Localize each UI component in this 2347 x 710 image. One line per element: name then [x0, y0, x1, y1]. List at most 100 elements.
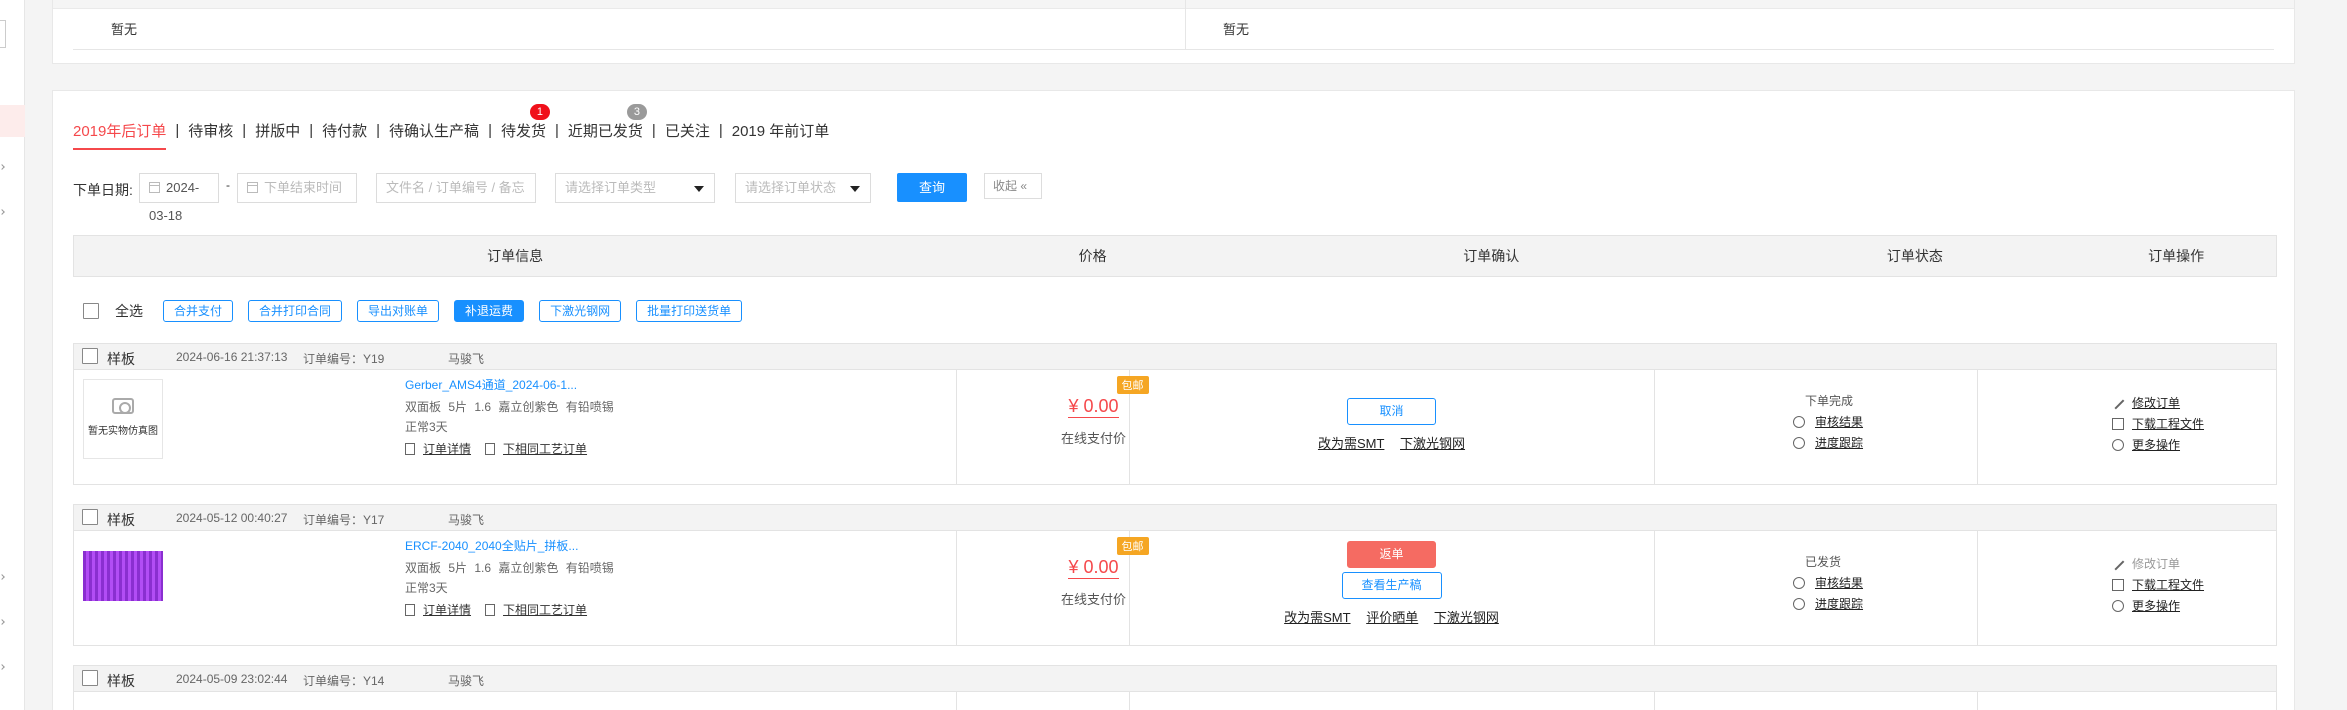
- free-shipping-badge: 包邮: [1116, 376, 1149, 394]
- collapse-button[interactable]: 收起 «: [984, 173, 1042, 199]
- info-left-value: 暂无: [111, 22, 138, 37]
- download-files-link[interactable]: 下载工程文件: [2132, 576, 2204, 593]
- order-links: 订单详情 下相同工艺订单: [405, 601, 601, 618]
- order-checkbox[interactable]: [82, 670, 98, 686]
- chevron-icon: [0, 574, 5, 580]
- more-actions-link[interactable]: 更多操作: [2132, 597, 2180, 614]
- batch-actions: 全选 合并支付 合并打印合同 导出对账单 补退运费 下激光钢网 批量打印送货单: [73, 300, 757, 322]
- status-text: 下单完成: [1805, 394, 1854, 408]
- reorder-same-link[interactable]: 下相同工艺订单: [503, 440, 587, 457]
- order-type-select[interactable]: 请选择订单类型: [555, 173, 715, 203]
- view-production-button[interactable]: 查看生产稿: [1341, 572, 1442, 599]
- edit-order-link[interactable]: 修改订单: [2132, 394, 2180, 411]
- order-checkbox[interactable]: [82, 348, 98, 364]
- end-date-input[interactable]: 下单结束时间: [237, 173, 357, 203]
- table-header: 订单信息 价格 订单确认 订单状态 订单操作: [73, 235, 2277, 277]
- progress-track-link[interactable]: 进度跟踪: [1815, 595, 1863, 612]
- filter-bar: 下单日期: 2024-03-18 - 下单结束时间 文件名 / 订单编号 / 备…: [73, 173, 1073, 223]
- double-chevron-left-icon: «: [1020, 179, 1028, 193]
- caret-down-icon: [850, 186, 860, 192]
- keyword-placeholder: 文件名 / 订单编号 / 备忘: [386, 180, 525, 195]
- merge-print-contract-button[interactable]: 合并打印合同: [248, 300, 343, 322]
- laser-stencil-button[interactable]: 下激光钢网: [539, 300, 622, 322]
- switch-smt-link[interactable]: 改为需SMT: [1318, 436, 1384, 451]
- tab-before-2019[interactable]: 2019 年前订单: [732, 120, 830, 141]
- order-owner: 马骏飞: [448, 513, 485, 527]
- order-checkbox[interactable]: [82, 509, 98, 525]
- product-thumbnail[interactable]: [83, 551, 163, 601]
- order-status-select[interactable]: 请选择订单状态: [735, 173, 871, 203]
- confirm-cell: 返单 查看生产稿 改为需SMT 评价晒单 下激光钢网: [1129, 541, 1654, 626]
- tab-recently-shipped[interactable]: 近期已发货 3: [568, 103, 647, 141]
- merge-pay-button[interactable]: 合并支付: [163, 300, 234, 322]
- count-badge: 1: [529, 103, 550, 120]
- divider: [73, 49, 2274, 50]
- review-share-link[interactable]: 评价晒单: [1366, 610, 1418, 625]
- review-result-link[interactable]: 审核结果: [1815, 413, 1863, 430]
- file-name-link[interactable]: Gerber_AMS4通道_2024-06-1...: [405, 376, 577, 393]
- tab-separator: |: [488, 121, 492, 139]
- laser-stencil-link[interactable]: 下激光钢网: [1434, 610, 1499, 625]
- ops-cell: 修改订单 下载工程文件 更多操作: [2111, 551, 2204, 614]
- document-icon: [405, 603, 415, 616]
- product-thumbnail[interactable]: 暂无实物仿真图: [83, 379, 163, 459]
- info-right-value: 暂无: [1223, 22, 1250, 37]
- caret-down-icon: [694, 186, 704, 192]
- tab-pending-review[interactable]: 待审核: [188, 120, 233, 141]
- order-detail-link[interactable]: 订单详情: [423, 440, 471, 457]
- count-badge: 3: [626, 103, 647, 120]
- order-number: 订单编号：Y14: [303, 674, 385, 688]
- start-date-input[interactable]: 2024-03-18: [139, 173, 219, 223]
- order-specs: 双面板 5片 1.6 嘉立创紫色 有铅喷锡: [405, 400, 614, 414]
- chevron-icon: [0, 664, 5, 670]
- order-card: 样板 2024-05-12 00:40:27 订单编号：Y17 马骏飞 ERCF…: [73, 504, 2277, 646]
- thumb-caption: 暂无实物仿真图: [88, 426, 158, 437]
- calendar-icon: [247, 182, 258, 193]
- reorder-same-link[interactable]: 下相同工艺订单: [503, 601, 587, 618]
- review-result-link[interactable]: 审核结果: [1815, 574, 1863, 591]
- reorder-button[interactable]: 返单: [1347, 541, 1436, 568]
- order-header: 样板 2024-06-16 21:37:13 订单编号：Y19 马骏飞: [74, 344, 2276, 370]
- export-statement-button[interactable]: 导出对账单: [357, 300, 440, 322]
- order-type: 样板: [107, 351, 135, 367]
- tab-pending-payment[interactable]: 待付款: [322, 120, 367, 141]
- more-actions-link[interactable]: 更多操作: [2132, 436, 2180, 453]
- progress-track-link[interactable]: 进度跟踪: [1815, 434, 1863, 451]
- switch-smt-link[interactable]: 改为需SMT: [1284, 610, 1350, 625]
- laser-stencil-link[interactable]: 下激光钢网: [1400, 436, 1465, 451]
- tab-after-2019[interactable]: 2019年后订单: [73, 120, 167, 150]
- price-amount: ¥ 0.00 包邮: [1068, 376, 1149, 418]
- order-specs: 双面板 5片 1.6 嘉立创紫色 有铅喷锡: [405, 561, 614, 575]
- tab-pending-confirm[interactable]: 待确认生产稿: [389, 120, 479, 141]
- edit-order-link[interactable]: 修改订单: [2132, 555, 2180, 572]
- col-order-actions: 订单操作: [2148, 248, 2205, 264]
- ops-cell: 修改订单 下载工程文件 更多操作: [2111, 390, 2204, 453]
- chevron-icon: [0, 209, 5, 215]
- shipping-refund-button[interactable]: 补退运费: [454, 300, 525, 322]
- tab-followed[interactable]: 已关注: [665, 120, 710, 141]
- order-links: 订单详情 下相同工艺订单: [405, 440, 601, 457]
- batch-print-delivery-button[interactable]: 批量打印送货单: [636, 300, 743, 322]
- order-detail-link[interactable]: 订单详情: [423, 601, 471, 618]
- col-order-status: 订单状态: [1886, 248, 1943, 264]
- cancel-order-button[interactable]: 取消: [1347, 398, 1436, 425]
- download-files-link[interactable]: 下载工程文件: [2132, 415, 2204, 432]
- keyword-input[interactable]: 文件名 / 订单编号 / 备忘: [376, 173, 536, 203]
- tab-label: 待发货: [500, 122, 546, 140]
- tab-panelizing[interactable]: 拼版中: [255, 120, 300, 141]
- status-text: 已发货: [1805, 555, 1842, 569]
- tab-separator: |: [309, 121, 314, 139]
- price-amount: ¥ 0.00 包邮: [1068, 537, 1149, 579]
- query-button[interactable]: 查询: [897, 173, 967, 202]
- scrollbar-track[interactable]: [2333, 0, 2347, 710]
- file-name-link[interactable]: ERCF-2040_2040全贴片_拼板...: [405, 537, 578, 554]
- select-all-checkbox[interactable]: [83, 303, 99, 319]
- pencil-icon: [2111, 396, 2125, 409]
- divider: [1129, 692, 1130, 710]
- status-cell: 下单完成 审核结果 进度跟踪: [1777, 392, 1957, 451]
- chevron-icon: [0, 619, 5, 625]
- order-owner: 马骏飞: [448, 352, 485, 366]
- confirm-cell: 取消 改为需SMT 下激光钢网: [1129, 398, 1654, 452]
- sidebar-box: [0, 20, 6, 48]
- tab-pending-shipment[interactable]: 待发货 1: [500, 103, 550, 141]
